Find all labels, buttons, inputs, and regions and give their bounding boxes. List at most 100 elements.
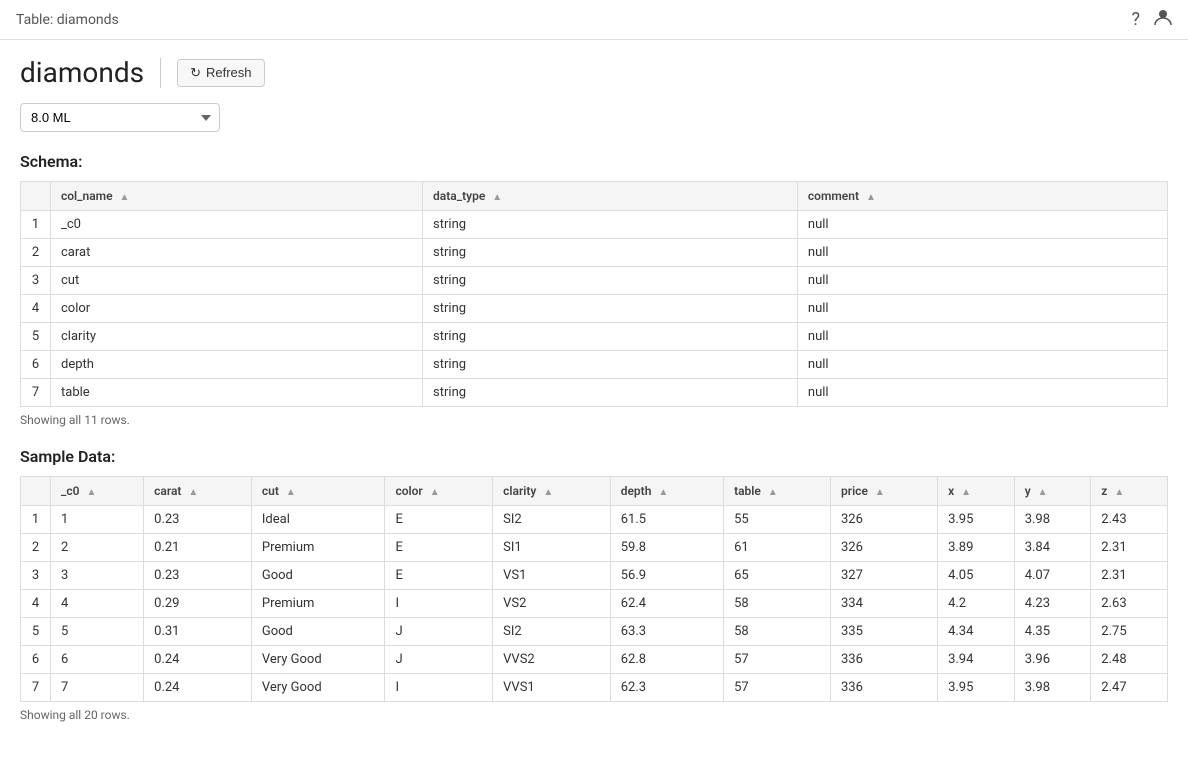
- y-cell: 4.07: [1014, 562, 1091, 590]
- sample-col-y[interactable]: y ▲: [1014, 477, 1091, 506]
- depth-cell: 62.3: [610, 674, 723, 702]
- sample-col-price[interactable]: price ▲: [831, 477, 938, 506]
- c0-cell: 4: [51, 590, 144, 618]
- table-row: 3 3 0.23 Good E VS1 56.9 65 327 4.05 4.0…: [21, 562, 1168, 590]
- c0-cell: 6: [51, 646, 144, 674]
- table-row: 1 1 0.23 Ideal E SI2 61.5 55 326 3.95 3.…: [21, 506, 1168, 534]
- sample-col-c0[interactable]: _c0 ▲: [51, 477, 144, 506]
- data-type-cell: string: [423, 239, 798, 267]
- z-cell: 2.47: [1091, 674, 1168, 702]
- sort-icon-price: ▲: [875, 487, 885, 498]
- carat-cell: 0.29: [144, 590, 252, 618]
- schema-header-row: col_name ▲ data_type ▲ comment ▲: [21, 182, 1168, 211]
- sort-icon-z: ▲: [1114, 487, 1124, 498]
- row-num-cell: 4: [21, 590, 51, 618]
- page-title: diamonds: [20, 56, 144, 89]
- c0-cell: 5: [51, 618, 144, 646]
- sample-col-z[interactable]: z ▲: [1091, 477, 1168, 506]
- cut-cell: Good: [251, 562, 385, 590]
- schema-table-body: 1 _c0 string null 2 carat string null 3 …: [21, 211, 1168, 407]
- depth-cell: 63.3: [610, 618, 723, 646]
- cut-cell: Premium: [251, 590, 385, 618]
- schema-showing-rows: Showing all 11 rows.: [20, 413, 1168, 427]
- price-cell: 327: [831, 562, 938, 590]
- table-row: 5 clarity string null: [21, 323, 1168, 351]
- col-name-cell: clarity: [51, 323, 423, 351]
- sort-icon-clarity: ▲: [543, 487, 553, 498]
- depth-cell: 59.8: [610, 534, 723, 562]
- table-row: 4 color string null: [21, 295, 1168, 323]
- schema-col-comment[interactable]: comment ▲: [797, 182, 1167, 211]
- carat-cell: 0.23: [144, 506, 252, 534]
- row-num-cell: 7: [21, 379, 51, 407]
- price-cell: 326: [831, 534, 938, 562]
- row-num-cell: 5: [21, 618, 51, 646]
- refresh-button[interactable]: ↻ Refresh: [177, 59, 264, 87]
- clarity-cell: SI2: [493, 618, 611, 646]
- y-cell: 4.23: [1014, 590, 1091, 618]
- carat-cell: 0.24: [144, 646, 252, 674]
- comment-cell: null: [797, 211, 1167, 239]
- c0-cell: 3: [51, 562, 144, 590]
- price-cell: 326: [831, 506, 938, 534]
- table-row: 3 cut string null: [21, 267, 1168, 295]
- price-cell: 334: [831, 590, 938, 618]
- sample-col-clarity[interactable]: clarity ▲: [493, 477, 611, 506]
- table-row: 7 table string null: [21, 379, 1168, 407]
- x-cell: 4.05: [938, 562, 1015, 590]
- sample-col-color[interactable]: color ▲: [385, 477, 493, 506]
- row-num-cell: 6: [21, 351, 51, 379]
- z-cell: 2.31: [1091, 534, 1168, 562]
- price-cell: 336: [831, 674, 938, 702]
- table-row: 2 2 0.21 Premium E SI1 59.8 61 326 3.89 …: [21, 534, 1168, 562]
- sample-col-table[interactable]: table ▲: [724, 477, 831, 506]
- top-bar-title: Table: diamonds: [16, 12, 119, 28]
- schema-section-title: Schema:: [20, 152, 1168, 171]
- color-cell: E: [385, 534, 493, 562]
- clarity-cell: VVS1: [493, 674, 611, 702]
- schema-table-head: col_name ▲ data_type ▲ comment ▲: [21, 182, 1168, 211]
- table-cell: 57: [724, 646, 831, 674]
- c0-cell: 7: [51, 674, 144, 702]
- table-cell: 61: [724, 534, 831, 562]
- cut-cell: Very Good: [251, 674, 385, 702]
- sort-icon-table: ▲: [768, 487, 778, 498]
- sort-icon-comment: ▲: [866, 192, 876, 203]
- data-type-cell: string: [423, 379, 798, 407]
- z-cell: 2.43: [1091, 506, 1168, 534]
- y-cell: 3.98: [1014, 674, 1091, 702]
- y-cell: 3.96: [1014, 646, 1091, 674]
- table-row: 6 6 0.24 Very Good J VVS2 62.8 57 336 3.…: [21, 646, 1168, 674]
- x-cell: 4.34: [938, 618, 1015, 646]
- sample-col-depth[interactable]: depth ▲: [610, 477, 723, 506]
- sample-table: _c0 ▲ carat ▲ cut ▲ color ▲ clarity ▲ de…: [20, 476, 1168, 702]
- row-num-cell: 2: [21, 239, 51, 267]
- depth-cell: 61.5: [610, 506, 723, 534]
- sample-col-cut[interactable]: cut ▲: [251, 477, 385, 506]
- schema-col-colname[interactable]: col_name ▲: [51, 182, 423, 211]
- table-cell: 55: [724, 506, 831, 534]
- refresh-label: Refresh: [206, 65, 252, 80]
- schema-col-datatype[interactable]: data_type ▲: [423, 182, 798, 211]
- sample-col-x[interactable]: x ▲: [938, 477, 1015, 506]
- version-dropdown[interactable]: 8.0 ML: [20, 103, 220, 132]
- data-type-cell: string: [423, 267, 798, 295]
- comment-cell: null: [797, 379, 1167, 407]
- table-row: 4 4 0.29 Premium I VS2 62.4 58 334 4.2 4…: [21, 590, 1168, 618]
- sample-col-carat[interactable]: carat ▲: [144, 477, 252, 506]
- help-icon[interactable]: ?: [1131, 9, 1140, 30]
- table-row: 7 7 0.24 Very Good I VVS1 62.3 57 336 3.…: [21, 674, 1168, 702]
- user-icon[interactable]: [1154, 8, 1172, 31]
- color-cell: E: [385, 562, 493, 590]
- clarity-cell: VVS2: [493, 646, 611, 674]
- row-num-cell: 1: [21, 506, 51, 534]
- depth-cell: 62.8: [610, 646, 723, 674]
- z-cell: 2.31: [1091, 562, 1168, 590]
- comment-cell: null: [797, 267, 1167, 295]
- data-type-cell: string: [423, 323, 798, 351]
- data-type-cell: string: [423, 295, 798, 323]
- z-cell: 2.75: [1091, 618, 1168, 646]
- row-num-cell: 4: [21, 295, 51, 323]
- top-bar-icons: ?: [1131, 8, 1172, 31]
- sample-table-body: 1 1 0.23 Ideal E SI2 61.5 55 326 3.95 3.…: [21, 506, 1168, 702]
